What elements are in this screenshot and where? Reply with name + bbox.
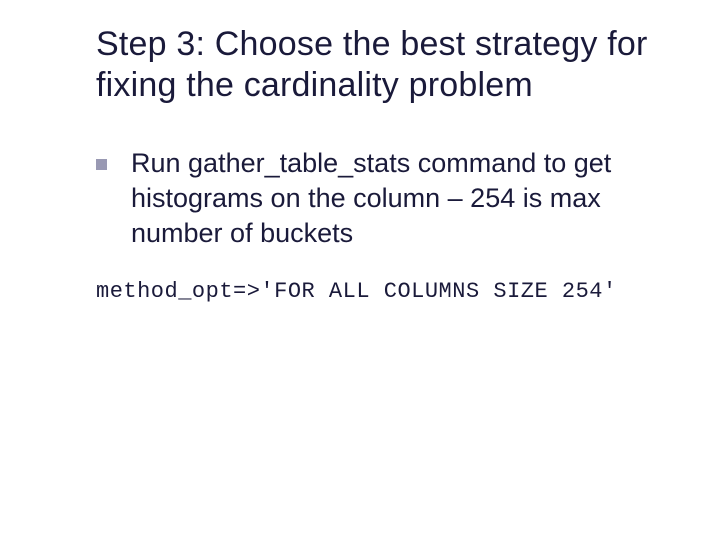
code-line: method_opt=>'FOR ALL COLUMNS SIZE 254' (96, 279, 672, 304)
bullet-text: Run gather_table_stats command to get hi… (131, 146, 672, 251)
bullet-item: Run gather_table_stats command to get hi… (96, 146, 672, 251)
square-bullet-icon (96, 159, 107, 170)
slide-title: Step 3: Choose the best strategy for fix… (96, 24, 672, 106)
slide: Step 3: Choose the best strategy for fix… (0, 0, 720, 540)
